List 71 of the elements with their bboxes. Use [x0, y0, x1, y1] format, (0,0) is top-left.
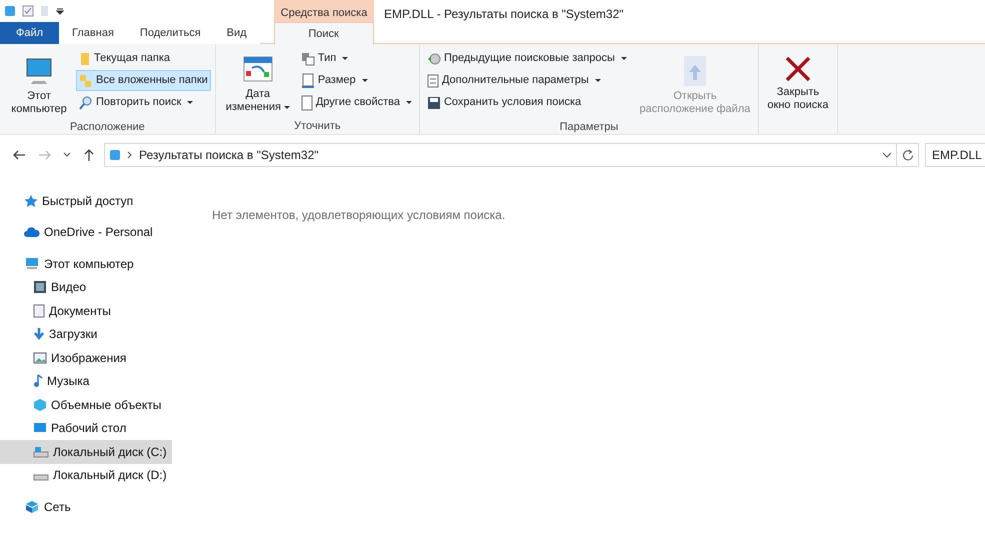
ribbon-button[interactable]: Дата изменения — [220, 46, 296, 118]
document-icon — [33, 304, 45, 318]
cube-icon — [33, 398, 47, 412]
ribbon-button[interactable]: Текущая папка — [76, 48, 211, 69]
sidebar-item[interactable]: Локальный диск (C:) — [0, 440, 172, 464]
address-path: Результаты поиска в "System32" — [139, 147, 320, 164]
ribbon-button[interactable]: Все вложенные папки — [76, 70, 211, 91]
sidebar-item[interactable]: Локальный диск (D:) — [0, 464, 172, 487]
ribbon-button[interactable]: Тип — [298, 48, 415, 69]
ribbon-button[interactable]: Дополнительные параметры — [424, 70, 630, 91]
contextual-tab-header: Средства поиска — [274, 0, 374, 22]
search-results-icon — [109, 149, 121, 161]
network-icon — [24, 500, 40, 514]
search-icon — [79, 96, 93, 110]
cloud-icon — [24, 226, 40, 238]
ribbon-button[interactable]: Закрыть окно поиска — [762, 46, 833, 134]
refresh-button[interactable] — [897, 143, 919, 167]
history-icon — [426, 52, 441, 66]
refresh-icon — [902, 149, 914, 161]
sidebar-item[interactable]: Загрузки — [0, 322, 172, 346]
file-size-icon — [300, 72, 315, 88]
download-icon — [33, 327, 45, 342]
properties-icon[interactable] — [22, 5, 34, 17]
sidebar-item[interactable]: Объемные объекты — [0, 393, 172, 416]
dropdown-icon[interactable] — [882, 152, 892, 158]
film-icon — [33, 280, 47, 294]
star-icon — [24, 194, 38, 208]
group-label: Уточнить — [293, 119, 342, 134]
file-tab[interactable]: Файл — [0, 22, 60, 44]
back-arrow-icon — [12, 150, 26, 160]
options-icon — [426, 74, 439, 88]
ribbon-button[interactable]: Другие свойства — [298, 92, 415, 113]
folders-icon — [79, 74, 93, 88]
sidebar-item[interactable]: Музыка — [0, 370, 172, 393]
folder-icon — [4, 5, 16, 17]
ribbon-button[interactable]: Этот компьютер — [4, 46, 74, 119]
ribbon-button[interactable]: Сохранить условия поиска — [424, 92, 630, 113]
ribbon-button[interactable]: Размер — [298, 70, 415, 91]
image-icon — [33, 352, 47, 364]
chevron-down-icon — [63, 152, 71, 158]
sidebar-item[interactable]: Быстрый доступ — [0, 189, 172, 212]
chevron-icon — [127, 151, 133, 159]
close-icon — [784, 55, 812, 83]
empty-message: Нет элементов, удовлетворяющих условиям поиска. — [211, 207, 506, 224]
folder-icon — [79, 52, 91, 66]
window-title: EMP.DLL - Результаты поиска в "System32" — [383, 6, 625, 22]
ribbon-button[interactable]: Предыдущие поисковые запросы — [424, 48, 630, 69]
group-label: Расположение — [69, 120, 146, 135]
desktop-icon — [33, 422, 47, 434]
save-icon — [426, 96, 441, 110]
forward-arrow-icon — [38, 150, 52, 160]
sidebar-item[interactable]: Видео — [0, 276, 172, 299]
document-icon — [300, 94, 313, 110]
sidebar-item[interactable]: Этот компьютер — [0, 252, 172, 276]
sidebar-item[interactable]: Сеть — [0, 495, 172, 518]
address-field[interactable]: Результаты поиска в "System32" — [104, 143, 897, 167]
sidebar-item[interactable]: Изображения — [0, 346, 172, 370]
file-type-icon — [300, 52, 315, 66]
sidebar-item[interactable]: Рабочий стол — [0, 416, 172, 440]
sidebar-item[interactable]: OneDrive - Personal — [0, 220, 172, 244]
group-label: Параметры — [558, 120, 620, 135]
computer-icon — [24, 256, 40, 271]
customize-icon[interactable] — [56, 7, 64, 15]
search-field[interactable]: EMP.DLL — [925, 143, 985, 167]
ribbon-tab[interactable]: Поиск — [274, 22, 374, 45]
ribbon-button[interactable]: Повторить поиск — [76, 92, 211, 113]
sidebar-item[interactable]: Документы — [0, 299, 172, 322]
music-note-icon — [33, 374, 43, 388]
up-arrow-icon — [84, 148, 94, 162]
open-location-icon — [682, 55, 708, 87]
drive-icon — [33, 446, 49, 458]
